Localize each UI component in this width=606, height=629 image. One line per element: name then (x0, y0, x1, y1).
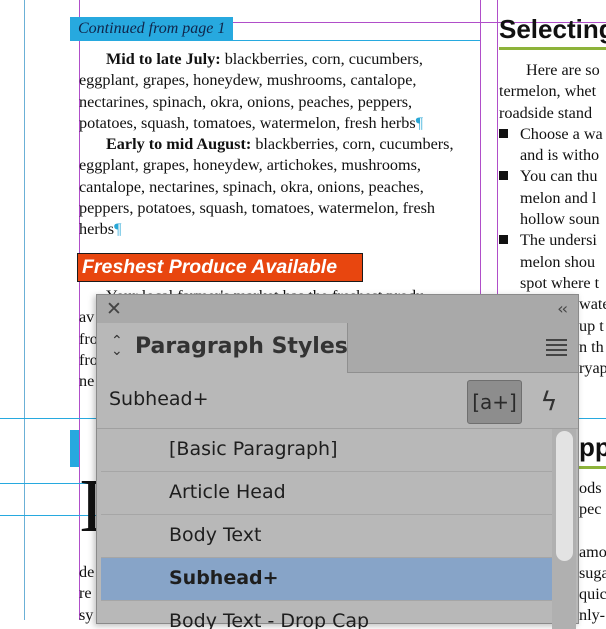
right-column-text-fragment: ods a pec amo suga quic nly- (579, 478, 606, 627)
bullet-line: Choose a wa (499, 124, 606, 145)
body-text-frame[interactable]: Mid to late July: blackberries, corn, cu… (79, 49, 463, 241)
list-item[interactable]: [Basic Paragraph] (101, 429, 552, 472)
quick-apply-lightning-icon[interactable]: ϟ (534, 383, 564, 421)
paragraph-july: Mid to late July: blackberries, corn, cu… (79, 49, 463, 134)
close-icon[interactable]: ✕ (106, 298, 122, 320)
bullet-line: hollow soun (520, 210, 600, 229)
paragraph-styles-panel[interactable]: ✕ ‹‹ ⌃ ⌄ Paragraph Styles Subhead+ [a+] … (96, 294, 579, 629)
text-line: suga (579, 563, 606, 582)
text-frame-edge (70, 40, 480, 41)
bullet-line: and is witho (520, 146, 600, 165)
list-item[interactable]: Body Text - Drop Cap (101, 601, 552, 629)
panel-menu-icon[interactable] (546, 339, 567, 359)
bullet-line: melon shou (520, 252, 596, 271)
pilcrow-mark: ¶ (114, 220, 122, 239)
panel-tab-row: ⌃ ⌄ Paragraph Styles (97, 323, 578, 373)
text-line (579, 521, 606, 542)
text-line: de (79, 563, 95, 581)
text-line: ods a (579, 479, 606, 497)
list-item[interactable]: Body Text (101, 515, 552, 558)
pilcrow-mark: ¶ (415, 113, 424, 132)
tab-paragraph-styles[interactable]: ⌃ ⌄ Paragraph Styles (97, 323, 348, 373)
bullet-line: The undersi (499, 230, 606, 251)
text-line: amo (579, 542, 606, 561)
bullet-line: melon and l (520, 188, 597, 207)
text-line: nly- (579, 606, 606, 625)
text-line: re (79, 584, 92, 603)
current-style-name: Subhead+ (109, 388, 209, 410)
article-heading-selecting[interactable]: Selecting (499, 14, 606, 45)
subhead-freshest-produce[interactable]: Freshest Produce Available (77, 253, 363, 282)
continued-from-tag[interactable]: Continued from page 1 (70, 17, 233, 40)
text-line: termelon, whet (499, 82, 597, 101)
current-style-row: Subhead+ [a+] ϟ (97, 373, 578, 429)
text-line: Here are so (526, 61, 600, 79)
list-item[interactable]: Article Head (101, 472, 552, 515)
bullet-line: spot where t (520, 273, 600, 292)
text-line: sy (79, 605, 94, 624)
paragraph-august: Early to mid August: blackberries, corn,… (79, 134, 463, 240)
paragraph-lead: Early to mid August: (106, 135, 252, 154)
heading-rule (579, 466, 606, 469)
bullet-line: You can thu (499, 166, 606, 187)
frame-tag (70, 430, 79, 467)
collapse-panel-icon[interactable]: ‹‹ (557, 299, 568, 318)
paragraph-lead: Mid to late July: (106, 50, 221, 68)
list-item-selected[interactable]: Subhead+ (101, 558, 552, 601)
text-line: pec (579, 500, 602, 519)
heading-rule (499, 47, 606, 50)
article-heading-fragment[interactable]: pp (579, 432, 606, 463)
text-line: quic (579, 585, 606, 604)
expand-collapse-icon[interactable]: ⌃ ⌄ (111, 334, 123, 358)
bullet-square-icon (499, 171, 508, 181)
style-list[interactable]: [Basic Paragraph] Article Head Body Text… (101, 429, 552, 629)
panel-title: Paragraph Styles (135, 334, 348, 359)
body-text-fragment: de re sy (79, 562, 94, 626)
panel-title-bar[interactable]: ✕ ‹‹ (97, 295, 578, 324)
bullet-square-icon (499, 128, 508, 138)
create-style-from-selection-button[interactable]: [a+] (467, 380, 522, 424)
margin-guide (24, 0, 25, 620)
bullet-square-icon (499, 235, 508, 245)
scrollbar-thumb[interactable] (556, 431, 573, 561)
text-line: roadside stand (499, 103, 593, 122)
